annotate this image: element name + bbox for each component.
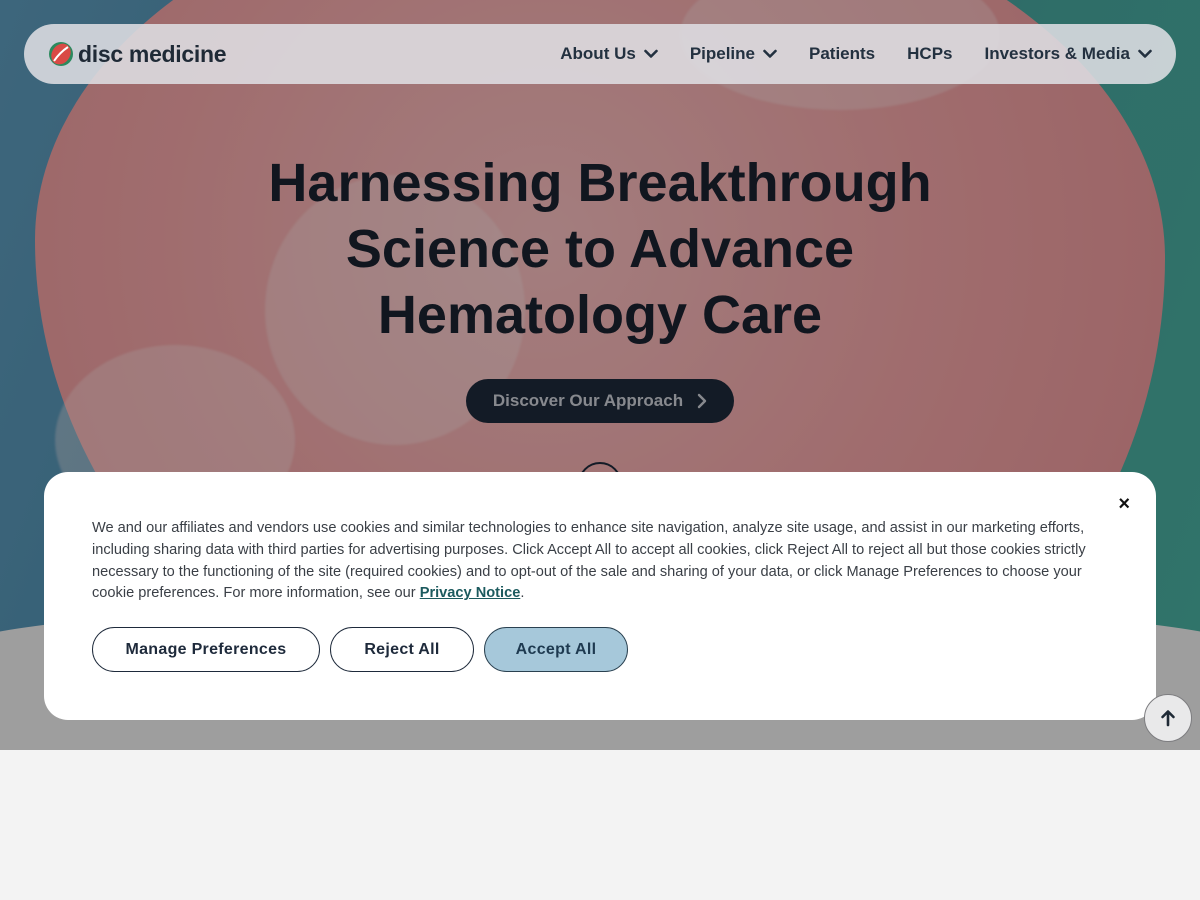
nav-item-pipeline[interactable]: Pipeline <box>690 44 777 64</box>
privacy-notice-link[interactable]: Privacy Notice <box>420 585 521 601</box>
nav-item-hcps[interactable]: HCPs <box>907 44 952 64</box>
nav-item-label: HCPs <box>907 44 953 63</box>
chevron-down-icon <box>763 49 777 58</box>
chevron-down-icon <box>1138 49 1152 58</box>
cookie-consent-body: We and our affiliates and vendors use co… <box>92 520 1086 602</box>
nav-item-label: Patients <box>809 44 876 63</box>
brand-logo[interactable]: disc medicine <box>48 40 227 68</box>
nav-item-investors-media[interactable]: Investors & Media <box>985 44 1153 64</box>
nav-item-label: Pipeline <box>689 44 755 63</box>
cookie-button-row: Manage Preferences Reject All Accept All <box>92 627 628 672</box>
cookie-consent-dialog: × We and our affiliates and vendors use … <box>44 472 1156 720</box>
logo-mark-icon <box>49 42 73 66</box>
cookie-consent-text: We and our affiliates and vendors use co… <box>92 518 1108 605</box>
reject-all-button[interactable]: Reject All <box>330 627 474 672</box>
accept-all-button[interactable]: Accept All <box>484 627 628 672</box>
nav-item-patients[interactable]: Patients <box>809 44 875 64</box>
main-nav: About Us Pipeline Patients HCPs Investor… <box>560 44 1152 64</box>
site-header: disc medicine About Us Pipeline Patients… <box>24 24 1176 84</box>
chevron-down-icon <box>644 49 658 58</box>
brand-name: disc medicine <box>78 40 227 67</box>
back-to-top-button[interactable] <box>1144 694 1192 742</box>
nav-item-about-us[interactable]: About Us <box>560 44 658 64</box>
arrow-up-icon <box>1161 710 1175 727</box>
cookie-text-end: . <box>520 585 525 602</box>
close-icon[interactable]: × <box>1118 494 1130 514</box>
manage-preferences-button[interactable]: Manage Preferences <box>92 627 320 672</box>
nav-item-label: About Us <box>560 44 636 63</box>
nav-item-label: Investors & Media <box>984 44 1131 63</box>
